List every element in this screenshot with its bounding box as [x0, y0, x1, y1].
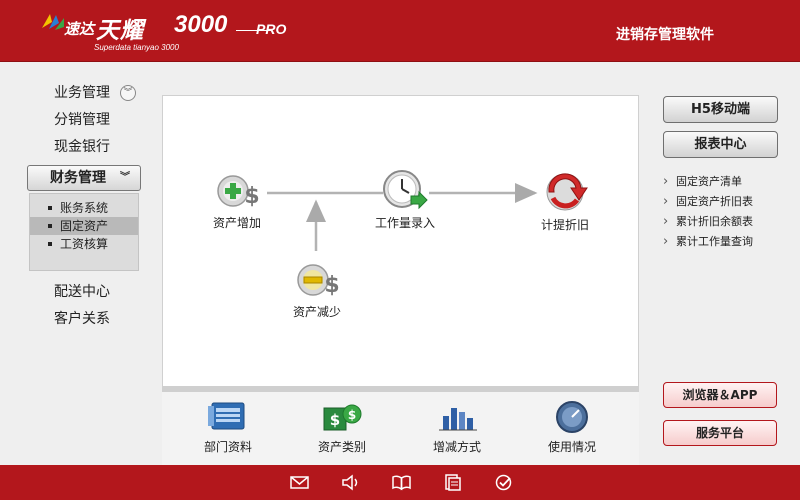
- chevron-down-icon[interactable]: ︾: [120, 85, 136, 101]
- asset-decrease-icon: $: [297, 264, 340, 298]
- browser-app-button[interactable]: 浏览器＆APP: [663, 382, 777, 408]
- h5-mobile-button[interactable]: H5移动端: [663, 96, 778, 123]
- department-icon: [208, 402, 245, 430]
- bar-chart-icon: [439, 408, 477, 431]
- svg-text:$: $: [348, 408, 356, 422]
- report-link-accumulated-balance[interactable]: 累计折旧余额表: [662, 212, 753, 232]
- book-icon[interactable]: [392, 474, 411, 491]
- bp-label: 资产类别: [317, 440, 366, 454]
- document-icon[interactable]: [443, 474, 462, 491]
- report-link-asset-list[interactable]: 固定资产清单: [662, 172, 753, 192]
- logo-number: 3000: [174, 11, 228, 38]
- change-method-button[interactable]: 增减方式: [407, 400, 507, 455]
- clock-arrow-icon: [383, 170, 428, 210]
- logo-cn-small: 速达: [64, 20, 95, 38]
- left-nav: 业务管理 ︾ 分销管理 现金银行 财务管理 ︾ 账务系统 固定资产 工资核算 配…: [26, 80, 144, 333]
- flow-node-workload-entry[interactable]: 工作量录入: [367, 168, 443, 231]
- logo-pro: PRO: [256, 21, 287, 37]
- bp-label: 部门资料: [203, 440, 252, 454]
- asset-category-button[interactable]: $ $ 资产类别: [292, 400, 392, 455]
- nav-item-label: 现金银行: [54, 139, 110, 155]
- asset-increase-icon: $: [217, 175, 260, 209]
- flow-node-asset-increase[interactable]: $ 资产增加: [207, 170, 267, 231]
- bp-label: 增减方式: [432, 440, 481, 454]
- finance-submenu: 账务系统 固定资产 工资核算: [29, 193, 139, 271]
- flow-label: 资产减少: [292, 305, 341, 319]
- logo-cn-big: 天耀: [96, 18, 144, 44]
- app-footer: [0, 465, 800, 500]
- nav-item-customers[interactable]: 客户关系: [26, 306, 144, 333]
- svg-text:$: $: [244, 184, 259, 209]
- bp-label: 使用情况: [547, 440, 596, 454]
- flow-node-depreciation[interactable]: 计提折旧: [535, 170, 595, 233]
- nav-item-label: 分销管理: [54, 112, 110, 128]
- flow-label: 计提折旧: [540, 218, 589, 232]
- submenu-item-accounting[interactable]: 账务系统: [30, 199, 138, 217]
- nav-item-distribution[interactable]: 分销管理: [26, 107, 144, 134]
- submenu-item-payroll[interactable]: 工资核算: [30, 235, 138, 253]
- asset-category-icon: $ $: [323, 404, 362, 431]
- double-chevron-down-icon: ︾: [120, 172, 130, 183]
- footer-toolbar: [290, 474, 513, 491]
- gauge-icon: [556, 401, 588, 433]
- app-title: 进销存管理软件: [616, 27, 714, 43]
- svg-text:$: $: [330, 411, 340, 429]
- report-links: 固定资产清单 固定资产折旧表 累计折旧余额表 累计工作量查询: [662, 172, 753, 252]
- mail-icon[interactable]: [290, 474, 309, 491]
- logo-mark-icon: [42, 14, 64, 30]
- brand-logo: 速达 天耀 3000 PRO Superdata tianyao 3000: [40, 8, 300, 58]
- app-header: 速达 天耀 3000 PRO Superdata tianyao 3000 进销…: [0, 0, 800, 62]
- svg-text:$: $: [324, 273, 339, 298]
- nav-item-delivery[interactable]: 配送中心: [26, 279, 144, 306]
- nav-item-label: 业务管理: [54, 85, 110, 101]
- depreciation-icon: [546, 173, 588, 211]
- flow-label: 资产增加: [212, 216, 261, 230]
- nav-item-label: 配送中心: [54, 284, 110, 300]
- bottom-toolbar: 部门资料 $ $ 资产类别 增减方式 使用情况: [162, 392, 639, 465]
- nav-item-finance[interactable]: 财务管理 ︾: [27, 165, 141, 191]
- report-link-depreciation-table[interactable]: 固定资产折旧表: [662, 192, 753, 212]
- fixed-asset-flow-canvas: $ 资产增加 工作量录入 计提折旧 $ 资产减少: [162, 95, 639, 388]
- speaker-icon[interactable]: [341, 474, 360, 491]
- submenu-item-label: 固定资产: [60, 219, 109, 233]
- submenu-item-label: 账务系统: [60, 201, 109, 215]
- report-center-button[interactable]: 报表中心: [663, 131, 778, 158]
- usage-button[interactable]: 使用情况: [522, 400, 622, 455]
- flow-node-asset-decrease[interactable]: $ 资产减少: [285, 259, 349, 320]
- service-platform-button[interactable]: 服务平台: [663, 420, 777, 446]
- flow-arrows: [267, 183, 538, 251]
- nav-item-label: 客户关系: [54, 311, 110, 327]
- report-link-workload-query[interactable]: 累计工作量查询: [662, 232, 753, 252]
- check-circle-icon[interactable]: [494, 474, 513, 491]
- submenu-item-label: 工资核算: [60, 237, 109, 251]
- nav-item-label: 财务管理: [50, 170, 106, 186]
- flow-label: 工作量录入: [374, 216, 435, 230]
- submenu-item-fixed-assets[interactable]: 固定资产: [30, 217, 138, 235]
- logo-english-name: Superdata tianyao 3000: [94, 43, 179, 52]
- nav-item-business[interactable]: 业务管理 ︾: [26, 80, 144, 107]
- nav-item-cash-bank[interactable]: 现金银行: [26, 134, 144, 161]
- dept-button[interactable]: 部门资料: [178, 400, 278, 455]
